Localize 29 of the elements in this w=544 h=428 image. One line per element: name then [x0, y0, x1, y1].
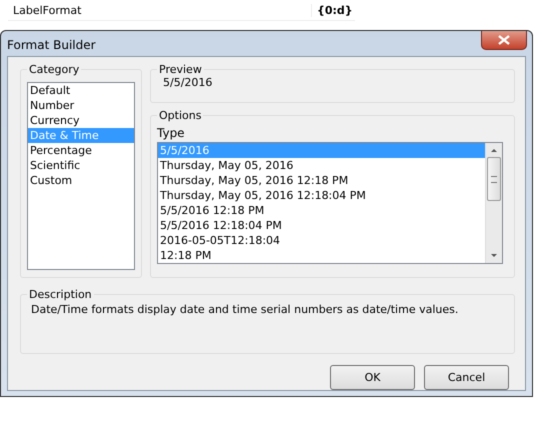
close-button[interactable]: [481, 31, 527, 50]
type-label: Type: [157, 126, 186, 140]
preview-value: 5/5/2016: [162, 76, 214, 89]
type-item[interactable]: 12:18 PM: [158, 248, 485, 263]
group-label: Category: [28, 63, 80, 76]
cancel-button[interactable]: Cancel: [424, 365, 509, 390]
category-item[interactable]: Default: [28, 83, 134, 98]
type-item[interactable]: Thursday, May 05, 2016 12:18:04 PM: [158, 188, 485, 203]
scrollbar[interactable]: [485, 143, 502, 263]
category-item[interactable]: Percentage: [28, 143, 134, 158]
type-item[interactable]: Thursday, May 05, 2016: [158, 158, 485, 173]
close-icon: [498, 35, 510, 45]
property-value: {0:d}: [316, 4, 353, 16]
window-title: Format Builder: [6, 37, 96, 52]
ok-button[interactable]: OK: [330, 365, 415, 390]
category-item[interactable]: Scientific: [28, 158, 134, 173]
category-item[interactable]: Number: [28, 98, 134, 113]
category-item[interactable]: Currency: [28, 113, 134, 128]
group-label: Options: [158, 109, 202, 122]
scroll-thumb[interactable]: [487, 157, 501, 201]
category-item[interactable]: Custom: [28, 173, 134, 188]
type-item[interactable]: Thursday, May 05, 2016 12:18 PM: [158, 173, 485, 188]
group-label: Preview: [158, 63, 203, 76]
type-item[interactable]: 5/5/2016 12:18:04 PM: [158, 218, 485, 233]
type-item[interactable]: 5/5/2016 12:18 PM: [158, 203, 485, 218]
property-name: LabelFormat: [8, 4, 312, 16]
group-label: Description: [28, 288, 93, 301]
description-text: Date/Time formats display date and time serial numbers as date/time values.: [30, 302, 460, 318]
type-item[interactable]: 2016-05-05T12:18:04: [158, 233, 485, 248]
